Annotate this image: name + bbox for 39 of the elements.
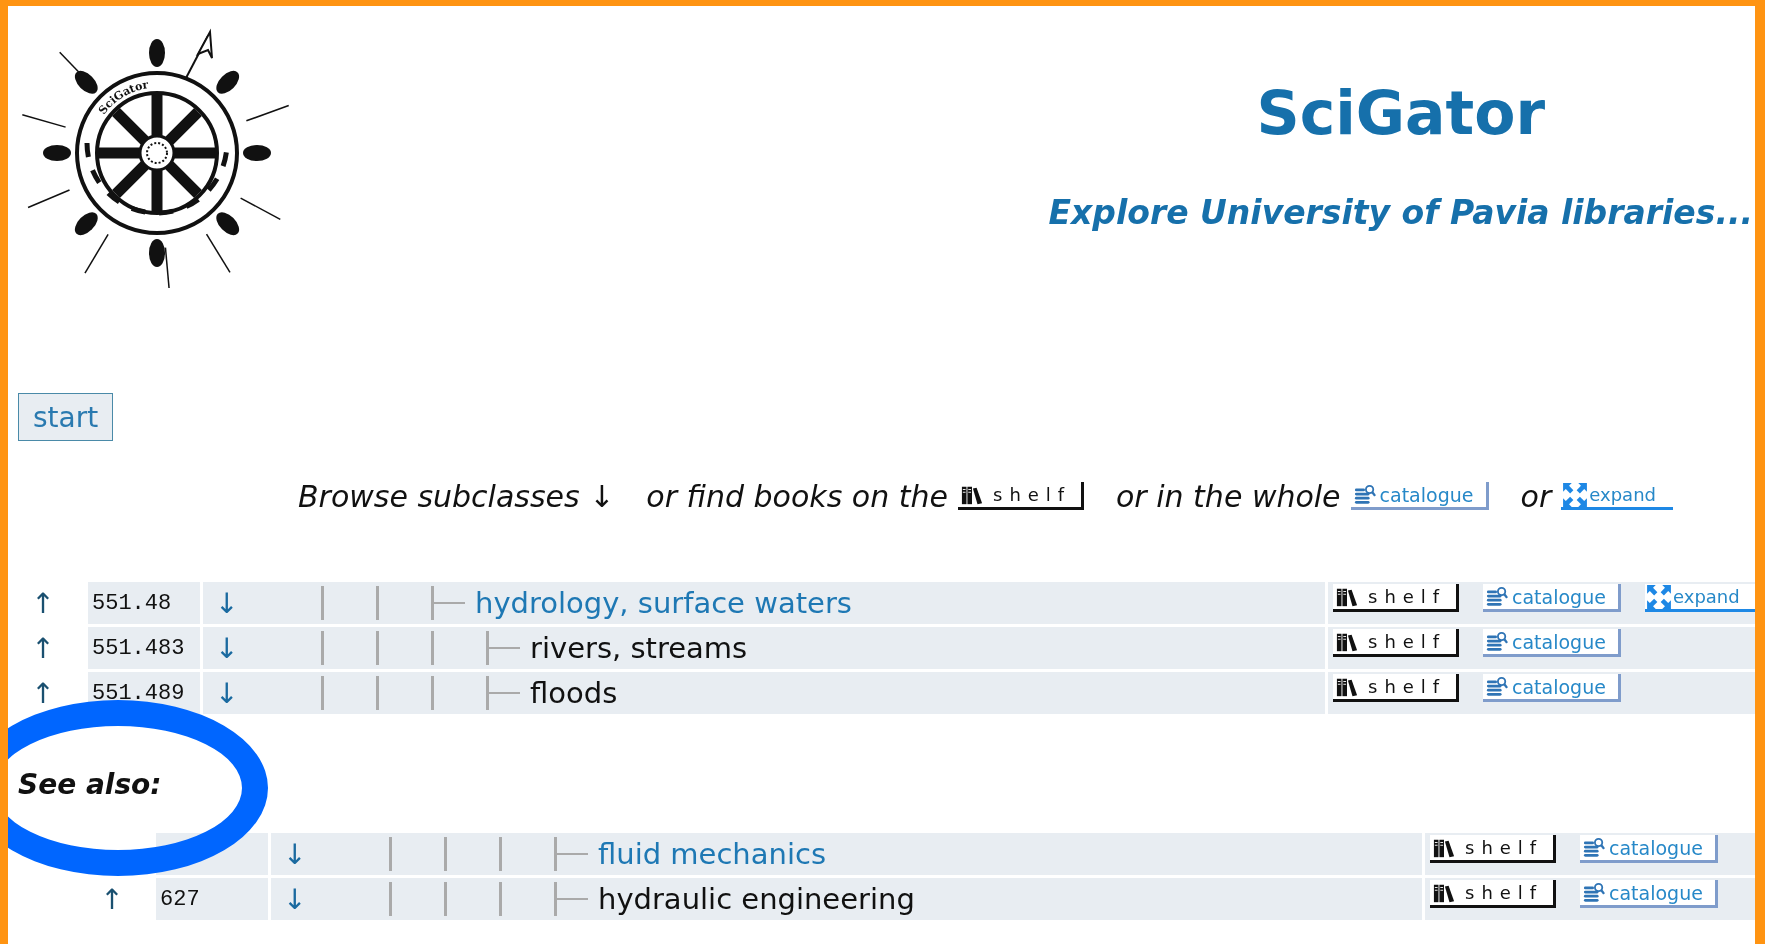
instruction-text: or in the whole (1116, 478, 1341, 514)
shelf-button[interactable]: shelf (1333, 674, 1459, 702)
down-arrow-link[interactable]: ↓ (271, 882, 389, 916)
down-arrow-link[interactable]: ↓ (271, 837, 389, 871)
shelf-button[interactable]: shelf (1430, 880, 1556, 908)
catalogue-button[interactable]: catalogue (1483, 629, 1621, 657)
shelf-button[interactable]: shelf (1333, 629, 1459, 657)
class-label: hydraulic engineering (598, 882, 915, 916)
instruction-text: Browse subclasses ↓ (298, 478, 615, 514)
catalogue-button[interactable]: catalogue (1350, 482, 1489, 510)
up-arrow-link[interactable]: ↑ (8, 878, 156, 920)
expand-button[interactable]: expand (1561, 482, 1674, 510)
class-link[interactable]: hydrology, surface waters (475, 586, 852, 620)
class-label: rivers, streams (530, 631, 748, 665)
catalogue-button[interactable]: catalogue (1580, 880, 1718, 908)
expand-button[interactable]: expand (1645, 584, 1755, 612)
table-cell: 551.48 (88, 582, 200, 624)
down-arrow-link[interactable]: ↓ (203, 676, 321, 710)
shelf-button[interactable]: shelf (1333, 584, 1459, 612)
class-link[interactable]: fluid mechanics (598, 837, 826, 871)
up-arrow-link[interactable]: ↑ (8, 627, 88, 669)
instruction-text: or (1520, 478, 1552, 514)
site-title: SciGator (1256, 78, 1545, 148)
instruction-text: or find books on the (646, 478, 948, 514)
site-tagline: Explore University of Pavia libraries... (1048, 193, 1753, 233)
catalogue-button[interactable]: catalogue (1580, 835, 1718, 863)
up-arrow-link[interactable]: ↑ (8, 582, 88, 624)
section-heading: See also: (18, 768, 163, 801)
table-cell: 627 (156, 878, 268, 920)
table-cell: 551.483 (88, 627, 200, 669)
shelf-button[interactable]: shelf (1430, 835, 1556, 863)
catalogue-button[interactable]: catalogue (1483, 674, 1621, 702)
up-arrow-link[interactable]: ↑ (8, 672, 88, 714)
catalogue-button[interactable]: catalogue (1483, 584, 1621, 612)
class-label: floods (530, 676, 618, 710)
down-arrow-link[interactable]: ↓ (203, 631, 321, 665)
down-arrow-link[interactable]: ↓ (203, 586, 321, 620)
start-button[interactable]: start (18, 393, 114, 441)
shelf-button[interactable]: shelf (958, 482, 1084, 510)
